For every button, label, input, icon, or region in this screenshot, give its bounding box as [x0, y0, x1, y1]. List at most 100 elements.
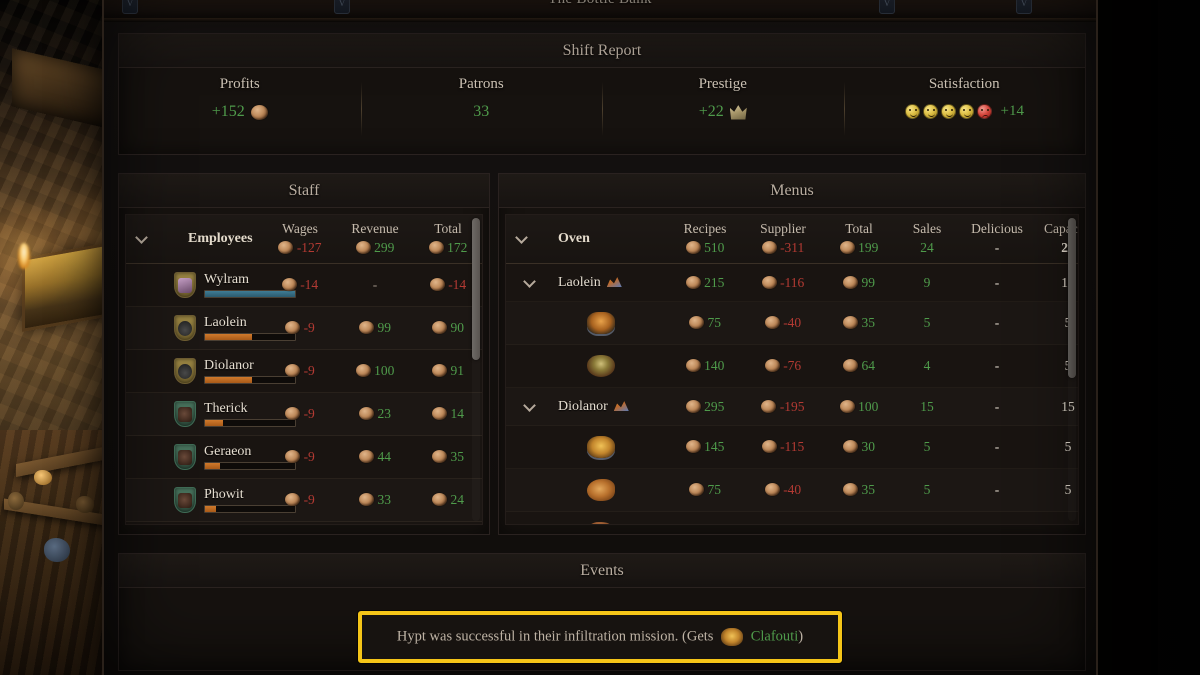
stat-satisfaction-value: +14 [1000, 103, 1024, 119]
staff-group-row[interactable]: Employees Wages -127 Revenue 299 Total 1… [126, 215, 482, 264]
dish-sales: 5 [896, 425, 958, 469]
staff-panel: Staff Employees Wages -127 Revenue 299 T… [118, 173, 490, 535]
events-title: Events [119, 554, 1085, 588]
staff-col-wages-label: Wages [282, 221, 318, 236]
employee-total: 90 [450, 320, 464, 335]
coin-icon [685, 440, 701, 453]
oven-name: Oven [536, 215, 666, 264]
happy-face-icon-2 [922, 104, 938, 119]
coin-icon [359, 493, 375, 506]
oven-expander[interactable] [506, 215, 536, 264]
coin-icon [843, 275, 859, 289]
coin-icon [689, 316, 705, 329]
shift-report-panel: Shift Report Profits +152 Patrons 33 Pre… [118, 33, 1086, 155]
oven-supplier: -311 [780, 240, 805, 255]
dish-row[interactable]: 75 -40 35 5 - 5 [506, 468, 1078, 512]
menus-scrollbar-thumb[interactable] [1068, 218, 1076, 378]
coin-icon [764, 359, 780, 372]
employee-wages: -9 [303, 406, 315, 421]
dish-row[interactable]: 75 -40 35 5 - 5 [506, 301, 1078, 345]
dish-supplier: -76 [783, 358, 802, 373]
coin-icon [761, 241, 777, 254]
stew-bowl-icon [587, 312, 615, 334]
employee-total: 24 [450, 492, 464, 507]
oven-sales: 24 [920, 240, 934, 255]
coin-icon [359, 407, 375, 420]
employee-name: Phowit [204, 487, 244, 502]
table-row[interactable]: Laolein -9 99 90 [126, 306, 482, 350]
chef-row[interactable]: Laolein 215 -116 99 9 - 10 [506, 263, 1078, 302]
stat-prestige-value-group: +22 [699, 103, 747, 121]
employee-cell: Polar Alpha [156, 521, 264, 524]
shift-report-window: The Bottle Bank Shift Report Profits +15… [102, 0, 1098, 675]
table-row[interactable]: Therick -9 23 14 [126, 392, 482, 436]
chevron-down-icon [524, 276, 535, 287]
employee-wages: -9 [303, 492, 315, 507]
chef-delicious: - [958, 387, 1036, 426]
avatar [174, 315, 196, 341]
coin-icon [432, 493, 448, 506]
coin-icon [685, 399, 701, 413]
coin-icon [689, 483, 705, 496]
coin-icon [761, 399, 777, 413]
pie-icon [587, 436, 615, 458]
happy-face-icon-4 [958, 104, 974, 119]
dish-sales: 4 [896, 344, 958, 388]
dish-row[interactable]: 140 -76 64 4 - 5 [506, 344, 1078, 388]
roast-chicken-icon [587, 479, 615, 501]
table-row[interactable]: Diolanor -9 100 91 [126, 349, 482, 393]
satisfaction-faces: +14 [904, 103, 1024, 120]
employee-name: Wylram [204, 272, 250, 287]
event-highlight-box[interactable]: Hypt was successful in their infiltratio… [358, 611, 842, 663]
staff-scrollbar-thumb[interactable] [472, 218, 480, 360]
table-row[interactable]: Geraeon -9 44 35 [126, 435, 482, 479]
dish-supplier: -115 [780, 439, 805, 454]
menus-col-total: Total 199 [822, 215, 896, 264]
coin-icon [285, 407, 301, 420]
meat-cut-icon [587, 522, 615, 524]
chef-expander[interactable] [506, 263, 536, 302]
menus-col-recipes-label: Recipes [683, 221, 727, 236]
staff-table-wrapper: Employees Wages -127 Revenue 299 Total 1… [125, 214, 483, 525]
staff-col-revenue-label: Revenue [351, 221, 399, 236]
table-row[interactable]: Phowit -9 33 24 [126, 478, 482, 522]
menus-col-supplier: Supplier -311 [744, 215, 822, 264]
stat-profits-label: Profits [219, 76, 260, 92]
coin-icon [839, 399, 855, 413]
chef-name: Laolein [558, 275, 601, 290]
oven-total: 199 [858, 240, 879, 255]
oven-delicious: - [994, 240, 1000, 255]
stat-prestige: Prestige +22 [602, 76, 844, 142]
chef-expander[interactable] [506, 387, 536, 426]
coin-icon [428, 241, 444, 254]
dish-row[interactable]: 75 -40 35 5 - 5 [506, 511, 1078, 524]
chef-total: 99 [861, 274, 875, 290]
avatar [174, 444, 196, 470]
clafouti-icon [721, 628, 744, 646]
employee-revenue: 44 [377, 449, 391, 464]
stat-patrons-label: Patrons [458, 76, 504, 92]
chef-name: Diolanor [558, 399, 608, 414]
coin-icon [843, 359, 859, 372]
dish-sales: 5 [896, 301, 958, 345]
coin-icon [761, 275, 777, 289]
dish-recipes: 140 [704, 358, 725, 373]
dish-row[interactable]: 145 -115 30 5 - 5 [506, 425, 1078, 469]
table-row[interactable]: Polar Alpha -7 - -7 [126, 521, 482, 524]
skill-bar [204, 419, 296, 427]
staff-group-expander[interactable] [126, 215, 156, 264]
chevron-down-icon [516, 232, 527, 243]
coin-icon [432, 321, 448, 334]
chef-sales: 9 [896, 263, 958, 302]
coin-icon [429, 278, 445, 291]
dish-delicious: - [958, 468, 1036, 512]
employee-name: Laolein [204, 315, 247, 330]
dish-delicious: - [958, 301, 1036, 345]
stat-prestige-value: +22 [698, 103, 724, 120]
menus-group-row-oven[interactable]: Oven Recipes 510 Supplier -311 Total 199 [506, 215, 1078, 264]
menus-table-wrapper: Oven Recipes 510 Supplier -311 Total 199 [505, 214, 1079, 525]
coin-icon [764, 483, 780, 496]
employee-total: -14 [448, 277, 467, 292]
chef-row[interactable]: Diolanor 295 -195 100 15 - 15 [506, 387, 1078, 426]
table-row[interactable]: Wylram -14 - -14 [126, 263, 482, 307]
